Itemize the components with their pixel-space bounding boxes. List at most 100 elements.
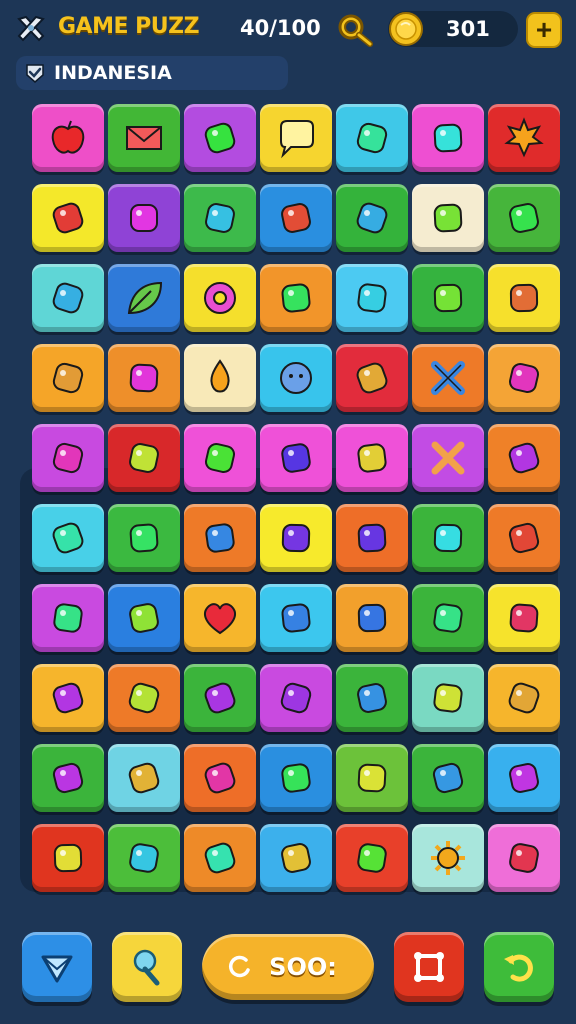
game-tile[interactable]: [336, 584, 408, 652]
undo-button[interactable]: [484, 932, 554, 1002]
region-bar[interactable]: INDANESIA: [16, 56, 288, 90]
freeze-button[interactable]: [112, 932, 182, 1002]
monster-icon: [128, 682, 160, 714]
game-tile[interactable]: [184, 664, 256, 732]
main-action-button[interactable]: SOO:: [202, 934, 374, 1000]
game-tile[interactable]: [336, 824, 408, 892]
game-tile[interactable]: [336, 504, 408, 572]
game-tile[interactable]: [488, 824, 560, 892]
game-tile[interactable]: [412, 744, 484, 812]
game-tile[interactable]: [336, 184, 408, 252]
game-tile[interactable]: [412, 184, 484, 252]
game-tile[interactable]: [32, 504, 104, 572]
game-tile[interactable]: [488, 744, 560, 812]
ice-cream-cone-icon: [508, 522, 540, 554]
game-tile[interactable]: [488, 104, 560, 172]
game-tile[interactable]: [488, 424, 560, 492]
button-face-icon: [280, 362, 312, 394]
game-tile[interactable]: [184, 184, 256, 252]
game-tile[interactable]: [32, 664, 104, 732]
banana-icon: [129, 603, 159, 633]
game-tile[interactable]: [412, 824, 484, 892]
lemon-icon: [509, 283, 539, 313]
game-tile[interactable]: [32, 824, 104, 892]
add-coins-button[interactable]: +: [526, 12, 562, 48]
game-tile[interactable]: [336, 424, 408, 492]
game-tile[interactable]: [108, 104, 180, 172]
game-tile[interactable]: [260, 744, 332, 812]
corn-icon: [281, 603, 311, 633]
game-tile[interactable]: [488, 184, 560, 252]
game-tile[interactable]: [108, 504, 180, 572]
hint-button[interactable]: [22, 932, 92, 1002]
game-tile[interactable]: [488, 664, 560, 732]
game-tile[interactable]: [260, 184, 332, 252]
game-tile[interactable]: [488, 504, 560, 572]
undo-arrow-icon: [504, 954, 533, 982]
game-tile[interactable]: [184, 824, 256, 892]
region-label: INDANESIA: [54, 62, 172, 84]
game-tile[interactable]: [412, 504, 484, 572]
game-tile[interactable]: [184, 344, 256, 412]
game-tile[interactable]: [412, 264, 484, 332]
game-tile[interactable]: [260, 504, 332, 572]
game-tile[interactable]: [108, 184, 180, 252]
open-box-icon: [52, 282, 84, 314]
game-tile[interactable]: [184, 584, 256, 652]
frame-icon: [414, 952, 444, 982]
game-tile[interactable]: [108, 264, 180, 332]
check-badge-icon: [26, 64, 44, 83]
red-apple-icon: [204, 682, 236, 714]
crossed-tools-icon[interactable]: [14, 12, 48, 46]
game-tile[interactable]: [184, 424, 256, 492]
cocoa-bean-icon: [53, 843, 83, 873]
game-tile[interactable]: [260, 664, 332, 732]
game-tile[interactable]: [412, 104, 484, 172]
game-tile[interactable]: [32, 424, 104, 492]
game-tile[interactable]: [412, 424, 484, 492]
heart-icon: [204, 603, 236, 635]
game-tile[interactable]: [108, 424, 180, 492]
game-tile[interactable]: [32, 104, 104, 172]
game-tile[interactable]: [32, 744, 104, 812]
game-tile[interactable]: [108, 744, 180, 812]
game-title: GAME PUZZ: [58, 14, 200, 39]
game-tile[interactable]: [412, 664, 484, 732]
game-tile[interactable]: [260, 424, 332, 492]
game-tile[interactable]: [32, 264, 104, 332]
game-tile[interactable]: [260, 264, 332, 332]
game-tile[interactable]: [336, 344, 408, 412]
game-tile[interactable]: [336, 104, 408, 172]
game-tile[interactable]: [412, 344, 484, 412]
game-tile[interactable]: [32, 184, 104, 252]
game-tile[interactable]: [336, 664, 408, 732]
game-tile[interactable]: [184, 264, 256, 332]
game-tile[interactable]: [260, 104, 332, 172]
game-tile[interactable]: [260, 824, 332, 892]
game-tile[interactable]: [488, 264, 560, 332]
crayon-icon: [129, 443, 159, 473]
leaf-icon: [127, 281, 163, 315]
game-tile[interactable]: [184, 104, 256, 172]
game-tile[interactable]: [108, 824, 180, 892]
game-tile[interactable]: [412, 584, 484, 652]
teal-ring-icon: [357, 843, 387, 873]
game-tile[interactable]: [488, 584, 560, 652]
game-tile[interactable]: [32, 584, 104, 652]
game-tile[interactable]: [184, 504, 256, 572]
gift-box-icon: [52, 522, 84, 554]
game-tile[interactable]: [260, 584, 332, 652]
shuffle-button[interactable]: [394, 932, 464, 1002]
speech-bubble-icon: [280, 120, 314, 159]
game-tile[interactable]: [488, 344, 560, 412]
game-tile[interactable]: [184, 744, 256, 812]
game-tile[interactable]: [336, 744, 408, 812]
game-tile[interactable]: [108, 664, 180, 732]
game-tile[interactable]: [336, 264, 408, 332]
game-tile[interactable]: [32, 344, 104, 412]
game-tile[interactable]: [108, 344, 180, 412]
game-tile[interactable]: [260, 344, 332, 412]
search-icon[interactable]: [334, 10, 374, 50]
game-tile[interactable]: [108, 584, 180, 652]
pencil-tip-icon: [52, 682, 84, 714]
